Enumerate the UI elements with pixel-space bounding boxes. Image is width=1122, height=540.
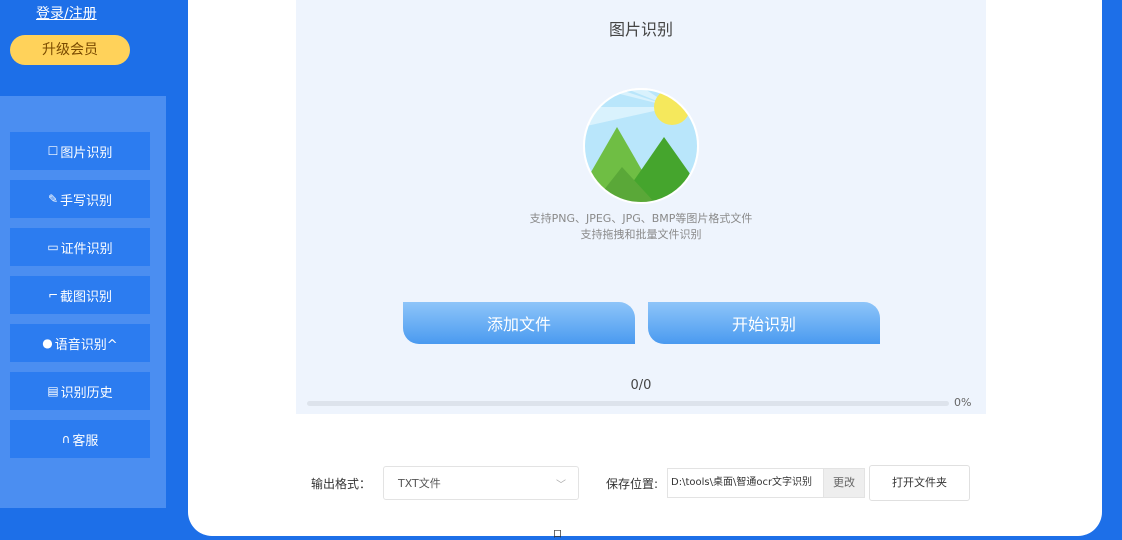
- sidebar: ☐ 图片识别 ✎ 手写识别 ▭ 证件识别 ⌐ 截图识别 ● 语音识别^ ▤ 识别…: [0, 96, 166, 508]
- upgrade-vip-button[interactable]: 升级会员: [10, 35, 130, 65]
- image-icon: ☐: [47, 144, 59, 158]
- pen-icon: ✎: [47, 192, 59, 206]
- sidebar-item-id-card-ocr[interactable]: ▭ 证件识别: [10, 228, 150, 266]
- headset-icon: ∩: [61, 432, 71, 446]
- sidebar-item-screenshot-ocr[interactable]: ⌐ 截图识别: [10, 276, 150, 314]
- save-location-label: 保存位置:: [606, 477, 659, 491]
- progress-count: 0/0: [630, 378, 652, 393]
- chevron-down-icon: ﹀: [556, 479, 566, 491]
- sidebar-item-label: 语音识别^: [54, 337, 118, 353]
- sidebar-item-voice-ocr[interactable]: ● 语音识别^: [10, 324, 150, 362]
- sidebar-item-label: 客服: [72, 433, 99, 449]
- id-card-icon: ▭: [47, 240, 59, 254]
- sidebar-item-label: 手写识别: [60, 193, 113, 209]
- progress-percent: 0%: [954, 396, 972, 409]
- sidebar-item-handwriting-ocr[interactable]: ✎ 手写识别: [10, 180, 150, 218]
- add-file-button[interactable]: 添加文件: [403, 302, 635, 344]
- login-register-link[interactable]: 登录/注册: [36, 3, 97, 23]
- output-format-label: 输出格式：: [311, 477, 372, 491]
- mic-icon: ●: [42, 336, 53, 350]
- crop-icon: ⌐: [47, 288, 59, 302]
- sidebar-item-label: 截图识别: [60, 289, 113, 305]
- landscape-illustration-icon: [583, 88, 699, 204]
- drag-drop-hint: 支持拖拽和批量文件识别: [580, 228, 702, 241]
- supported-formats-hint: 支持PNG、JPEG、JPG、BMP等图片格式文件: [529, 212, 753, 225]
- sidebar-item-customer-service[interactable]: ∩ 客服: [10, 420, 150, 458]
- upload-drop-zone[interactable]: 图片识别 支持PNG、JPEG、JPG、BMP等图片格式文件 支持拖拽和批量文件…: [296, 0, 986, 414]
- progress-bar: [307, 401, 949, 406]
- save-path-field[interactable]: D:\tools\桌面\智通ocr文字识别: [667, 468, 823, 498]
- bottom-glyph: 口: [553, 530, 563, 540]
- sidebar-item-image-ocr[interactable]: ☐ 图片识别: [10, 132, 150, 170]
- sidebar-item-history[interactable]: ▤ 识别历史: [10, 372, 150, 410]
- sidebar-item-label: 证件识别: [60, 241, 113, 257]
- change-path-button[interactable]: 更改: [823, 468, 865, 498]
- start-recognition-button[interactable]: 开始识别: [648, 302, 880, 344]
- output-format-value: TXT文件: [398, 477, 441, 490]
- sidebar-item-label: 识别历史: [60, 385, 113, 401]
- page-title: 图片识别: [608, 20, 673, 39]
- sidebar-item-label: 图片识别: [60, 145, 113, 161]
- output-format-select[interactable]: TXT文件 ﹀: [383, 466, 579, 500]
- history-icon: ▤: [47, 384, 59, 398]
- open-folder-button[interactable]: 打开文件夹: [869, 465, 970, 501]
